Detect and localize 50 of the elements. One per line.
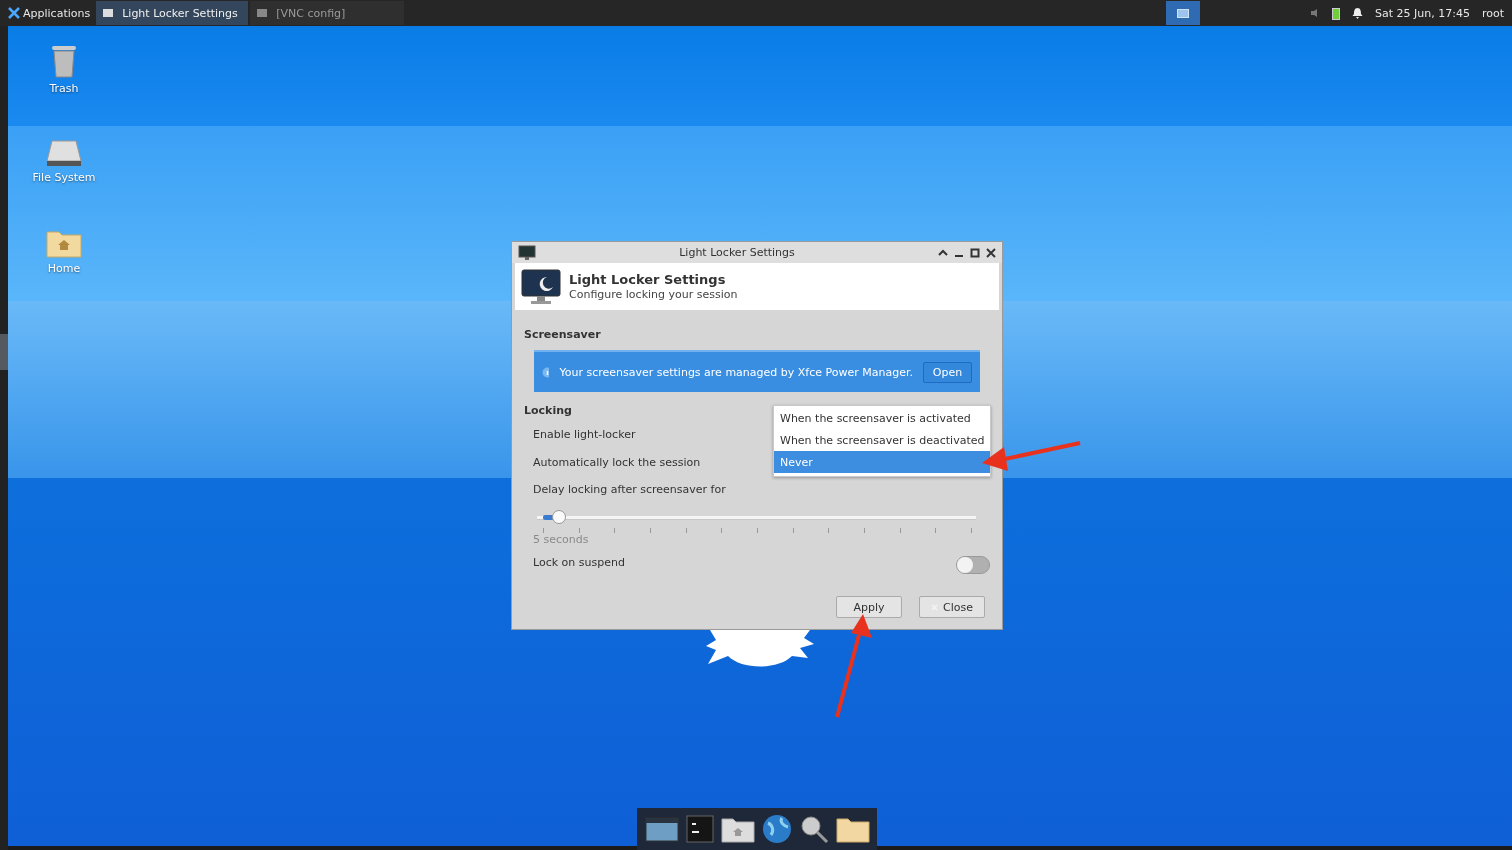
window-title: Light Locker Settings [678,246,796,259]
user-name[interactable]: root [1481,6,1504,20]
battery-icon[interactable] [1332,6,1340,20]
window-icon [256,7,269,19]
menu-item[interactable]: When the screensaver is deactivated [774,429,991,451]
setting-label: Delay locking after screensaver for [533,483,726,496]
terminal-icon[interactable] [685,815,714,843]
desktop-icon[interactable] [644,815,679,843]
header-title: Light Locker Settings [569,272,727,287]
open-button[interactable]: Open [922,361,972,383]
icon-label: File System [32,171,96,184]
slider-value: 5 seconds [533,533,590,546]
menu-item[interactable]: When the screensaver is activated [774,407,991,429]
panel-handle[interactable] [0,334,10,370]
apply-button[interactable]: Apply [836,596,902,618]
setting-label: Lock on suspend [533,556,625,569]
desktop-icon[interactable]: Trash [49,44,79,95]
header-subtitle: Configure locking your session [569,288,738,301]
section-heading: Screensaver [524,328,602,341]
clock[interactable]: Sat 25 Jun, 17:45 [1375,6,1470,20]
night-monitor-icon [521,268,561,305]
xfce-logo-icon [8,7,20,19]
folder-icon[interactable] [835,815,870,843]
setting-label: Automatically lock the session [533,456,701,469]
monitor-icon [102,7,115,19]
bell-icon[interactable] [1352,7,1363,19]
taskbar-button[interactable]: [VNC config] [250,1,405,25]
shade-icon[interactable] [938,247,948,258]
taskbar-button[interactable]: Light Locker Settings [96,1,249,25]
globe-icon[interactable] [761,814,792,844]
icon-label: Home [47,262,81,275]
search-icon[interactable] [798,814,829,844]
slider-thumb[interactable] [551,510,566,524]
setting-label: Enable light-locker [533,428,636,441]
section-heading: Locking [524,404,573,417]
workspace-icon [1177,8,1189,18]
close-icon[interactable] [986,247,996,258]
trash-icon [50,44,78,78]
close-button[interactable]: Close [919,596,985,618]
applications-menu[interactable]: Applications [0,0,97,26]
monitor-icon [518,245,536,260]
toggle-switch[interactable] [956,556,990,574]
workspace-switcher[interactable] [1166,1,1200,25]
info-message: Your screensaver settings are managed by Xfce Power Manager. [559,365,913,379]
home-folder-icon [46,228,82,258]
hard-drive-icon [46,139,82,167]
speaker-icon[interactable] [1310,8,1320,18]
icon-label: Trash [49,82,79,95]
home-folder-icon[interactable] [720,815,755,843]
maximize-icon[interactable] [970,247,980,258]
